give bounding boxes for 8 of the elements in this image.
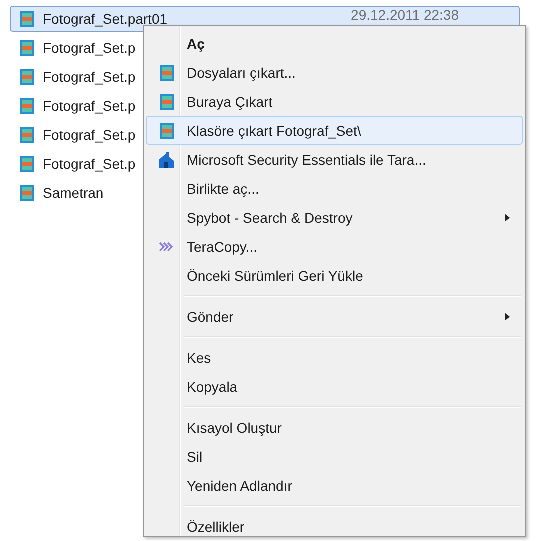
file-name: Fotograf_Set.p: [43, 69, 136, 85]
file-name: Fotograf_Set.p: [43, 98, 136, 114]
file-name: Fotograf_Set.p: [43, 40, 136, 56]
file-date: 29.12.2011 22:38: [351, 7, 459, 23]
file-name: Fotograf_Set.p: [43, 127, 136, 143]
file-name: Sametran: [43, 185, 104, 201]
file-name: Fotograf_Set.p: [43, 156, 136, 172]
file-name: Fotograf_Set.part01: [43, 11, 168, 27]
